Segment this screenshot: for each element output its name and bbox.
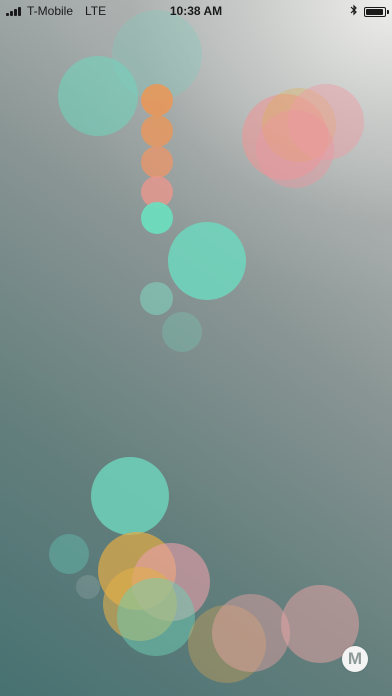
bubble — [212, 594, 290, 672]
bubble — [162, 312, 202, 352]
bubble — [141, 115, 173, 147]
bluetooth-icon — [350, 4, 358, 19]
bubble — [141, 146, 173, 178]
status-bar: T-Mobile LTE 10:38 AM — [0, 0, 392, 22]
bubble — [91, 457, 169, 535]
app-screen: T-Mobile LTE 10:38 AM M — [0, 0, 392, 696]
status-time: 10:38 AM — [169, 4, 223, 18]
bubble — [117, 578, 195, 656]
bubble — [140, 282, 173, 315]
bokeh-canvas[interactable] — [0, 0, 392, 696]
menu-button[interactable]: M — [342, 646, 368, 672]
bubble — [141, 84, 173, 116]
status-right — [350, 4, 389, 19]
bubble — [49, 534, 89, 574]
bubble — [141, 202, 173, 234]
bubble — [76, 575, 100, 599]
bubble — [256, 110, 334, 188]
battery-icon — [364, 6, 389, 17]
bubble — [168, 222, 246, 300]
